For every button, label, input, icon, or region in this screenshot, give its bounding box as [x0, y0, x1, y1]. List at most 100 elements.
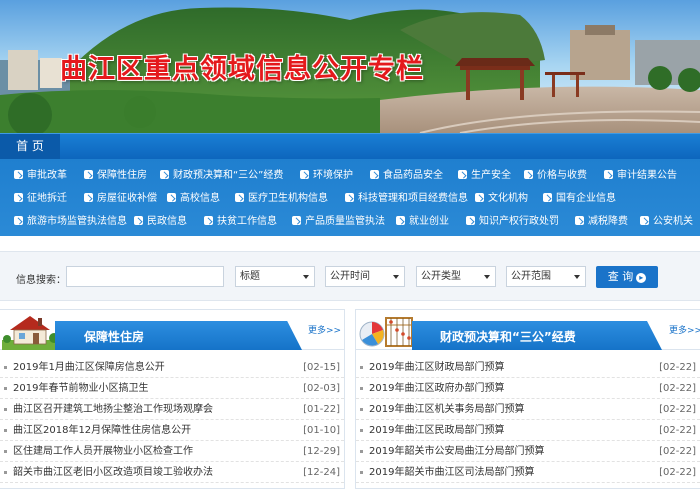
more-link[interactable]: 更多>> — [308, 323, 341, 336]
category-item[interactable]: 公安机关 — [640, 211, 693, 233]
check-icon — [370, 170, 379, 179]
category-item[interactable]: 审计结果公告 — [604, 165, 677, 187]
item-date: [02-22] — [659, 425, 696, 436]
category-label: 保障性住房 — [97, 170, 147, 181]
category-label: 高校信息 — [180, 193, 220, 204]
list-item[interactable]: 2019年韶关市公安局曲江分局部门预算 [02-22] — [356, 441, 700, 462]
category-item[interactable]: 高校信息 — [167, 188, 220, 210]
chevron-down-icon — [574, 275, 580, 279]
select-value: 公开时间 — [330, 271, 370, 282]
category-item[interactable]: 医疗卫生机构信息 — [235, 188, 328, 210]
list-item[interactable]: 2019年韶关市曲江区司法局部门预算 [02-22] — [356, 462, 700, 483]
list-item[interactable]: 韶关市曲江区老旧小区改造项目竣工验收办法 [12-24] — [0, 462, 344, 483]
list-item[interactable]: 区住建局工作人员开展物业小区检查工作 [12-29] — [0, 441, 344, 462]
list-item[interactable]: 2019年曲江区机关事务局部门预算 [02-22] — [356, 399, 700, 420]
category-item[interactable]: 征地拆迁 — [14, 188, 67, 210]
list-item[interactable]: 2019年春节前物业小区搞卫生 [02-03] — [0, 378, 344, 399]
item-date: [12-29] — [303, 446, 340, 457]
publish-type-select[interactable]: 公开类型 — [416, 266, 496, 287]
category-label: 科技管理和项目经费信息 — [358, 193, 468, 204]
category-label: 财政预决算和“三公”经费 — [173, 170, 284, 181]
check-icon — [458, 170, 467, 179]
category-item[interactable]: 财政预决算和“三公”经费 — [160, 165, 283, 187]
panel-title: 财政预决算和“三公”经费 — [440, 330, 576, 344]
chevron-down-icon — [303, 275, 309, 279]
publish-time-select[interactable]: 公开时间 — [325, 266, 405, 287]
list-item[interactable]: 曲江区2018年12月保障性住房信息公开 [01-10] — [0, 420, 344, 441]
category-row: 征地拆迁 房屋征收补偿 高校信息 医疗卫生机构信息 科技管理和项目经费信息 文化… — [0, 188, 700, 210]
category-label: 产品质量监管执法 — [305, 216, 385, 227]
item-date: [02-03] — [303, 383, 340, 394]
category-label: 审计结果公告 — [617, 170, 677, 181]
category-item[interactable]: 文化机构 — [475, 188, 528, 210]
category-label: 征地拆迁 — [27, 193, 67, 204]
category-item[interactable]: 房屋征收补偿 — [84, 188, 157, 210]
category-item[interactable]: 就业创业 — [396, 211, 449, 233]
check-icon — [524, 170, 533, 179]
category-item[interactable]: 国有企业信息 — [543, 188, 616, 210]
list-item[interactable]: 2019年1月曲江区保障房信息公开 [02-15] — [0, 357, 344, 378]
check-icon — [604, 170, 613, 179]
check-icon — [204, 216, 213, 225]
publish-scope-select[interactable]: 公开范围 — [506, 266, 586, 287]
item-date: [02-22] — [659, 446, 696, 457]
item-date: [02-15] — [303, 362, 340, 373]
list-item[interactable]: 曲江区召开建筑工地扬尘整治工作现场观摩会 [01-22] — [0, 399, 344, 420]
item-title: 曲江区召开建筑工地扬尘整治工作现场观摩会 — [13, 404, 213, 415]
check-icon — [14, 170, 23, 179]
category-item[interactable]: 保障性住房 — [84, 165, 147, 187]
check-icon — [475, 193, 484, 202]
panel-header: 保障性住房 更多>> — [0, 310, 344, 350]
category-item[interactable]: 生产安全 — [458, 165, 511, 187]
category-item[interactable]: 减税降费 — [575, 211, 628, 233]
housing-panel: 保障性住房 更多>> 2019年1月曲江区保障房信息公开 [02-15] 2019… — [0, 309, 345, 489]
category-item[interactable]: 民政信息 — [134, 211, 187, 233]
category-item[interactable]: 知识产权行政处罚 — [466, 211, 559, 233]
check-icon — [292, 216, 301, 225]
item-title: 区住建局工作人员开展物业小区检查工作 — [13, 446, 193, 457]
finance-panel: 财政预决算和“三公”经费 更多>> 2019年曲江区财政局部门预算 [02-22]… — [355, 309, 700, 489]
item-title: 2019年曲江区政府办部门预算 — [369, 383, 505, 394]
category-item[interactable]: 产品质量监管执法 — [292, 211, 385, 233]
list-item[interactable]: 2019年曲江区财政局部门预算 [02-22] — [356, 357, 700, 378]
check-icon — [14, 216, 23, 225]
item-date: [12-24] — [303, 467, 340, 478]
item-date: [01-10] — [303, 425, 340, 436]
search-input[interactable] — [66, 266, 224, 287]
category-item[interactable]: 科技管理和项目经费信息 — [345, 188, 468, 210]
check-icon — [134, 216, 143, 225]
more-link[interactable]: 更多>> — [669, 323, 700, 336]
search-button-label: 查 询 — [607, 270, 634, 283]
title-select[interactable]: 标题 — [235, 266, 315, 287]
check-icon — [84, 170, 93, 179]
category-item[interactable]: 食品药品安全 — [370, 165, 443, 187]
check-icon — [575, 216, 584, 225]
category-label: 民政信息 — [147, 216, 187, 227]
category-menu: 审批改革 保障性住房 财政预决算和“三公”经费 环境保护 食品药品安全 生产安全… — [0, 159, 700, 236]
category-label: 文化机构 — [488, 193, 528, 204]
item-title: 韶关市曲江区老旧小区改造项目竣工验收办法 — [13, 467, 213, 478]
item-title: 2019年曲江区机关事务局部门预算 — [369, 404, 525, 415]
category-item[interactable]: 扶贫工作信息 — [204, 211, 277, 233]
item-date: [01-22] — [303, 404, 340, 415]
list-item[interactable]: 2019年曲江区政府办部门预算 [02-22] — [356, 378, 700, 399]
list-item[interactable]: 2019年曲江区民政局部门预算 [02-22] — [356, 420, 700, 441]
item-date: [02-22] — [659, 404, 696, 415]
abacus-icon — [359, 317, 413, 347]
category-item[interactable]: 审批改革 — [14, 165, 67, 187]
main-navbar: 首 页 — [0, 133, 700, 159]
category-item[interactable]: 环境保护 — [300, 165, 353, 187]
search-label: 信息搜索： — [16, 275, 66, 286]
item-title: 2019年韶关市曲江区司法局部门预算 — [369, 467, 535, 478]
chevron-down-icon — [393, 275, 399, 279]
chevron-down-icon — [484, 275, 490, 279]
select-value: 标题 — [240, 271, 260, 282]
arrow-right-icon: ▸ — [636, 273, 647, 283]
category-label: 知识产权行政处罚 — [479, 216, 559, 227]
news-list: 2019年1月曲江区保障房信息公开 [02-15] 2019年春节前物业小区搞卫生… — [0, 357, 344, 483]
category-item[interactable]: 旅游市场监管执法信息 — [14, 211, 127, 233]
category-row: 旅游市场监管执法信息 民政信息 扶贫工作信息 产品质量监管执法 就业创业 知识产… — [0, 211, 700, 233]
nav-home-link[interactable]: 首 页 — [0, 134, 60, 159]
category-item[interactable]: 价格与收费 — [524, 165, 587, 187]
search-button[interactable]: 查 询 ▸ — [596, 266, 658, 288]
